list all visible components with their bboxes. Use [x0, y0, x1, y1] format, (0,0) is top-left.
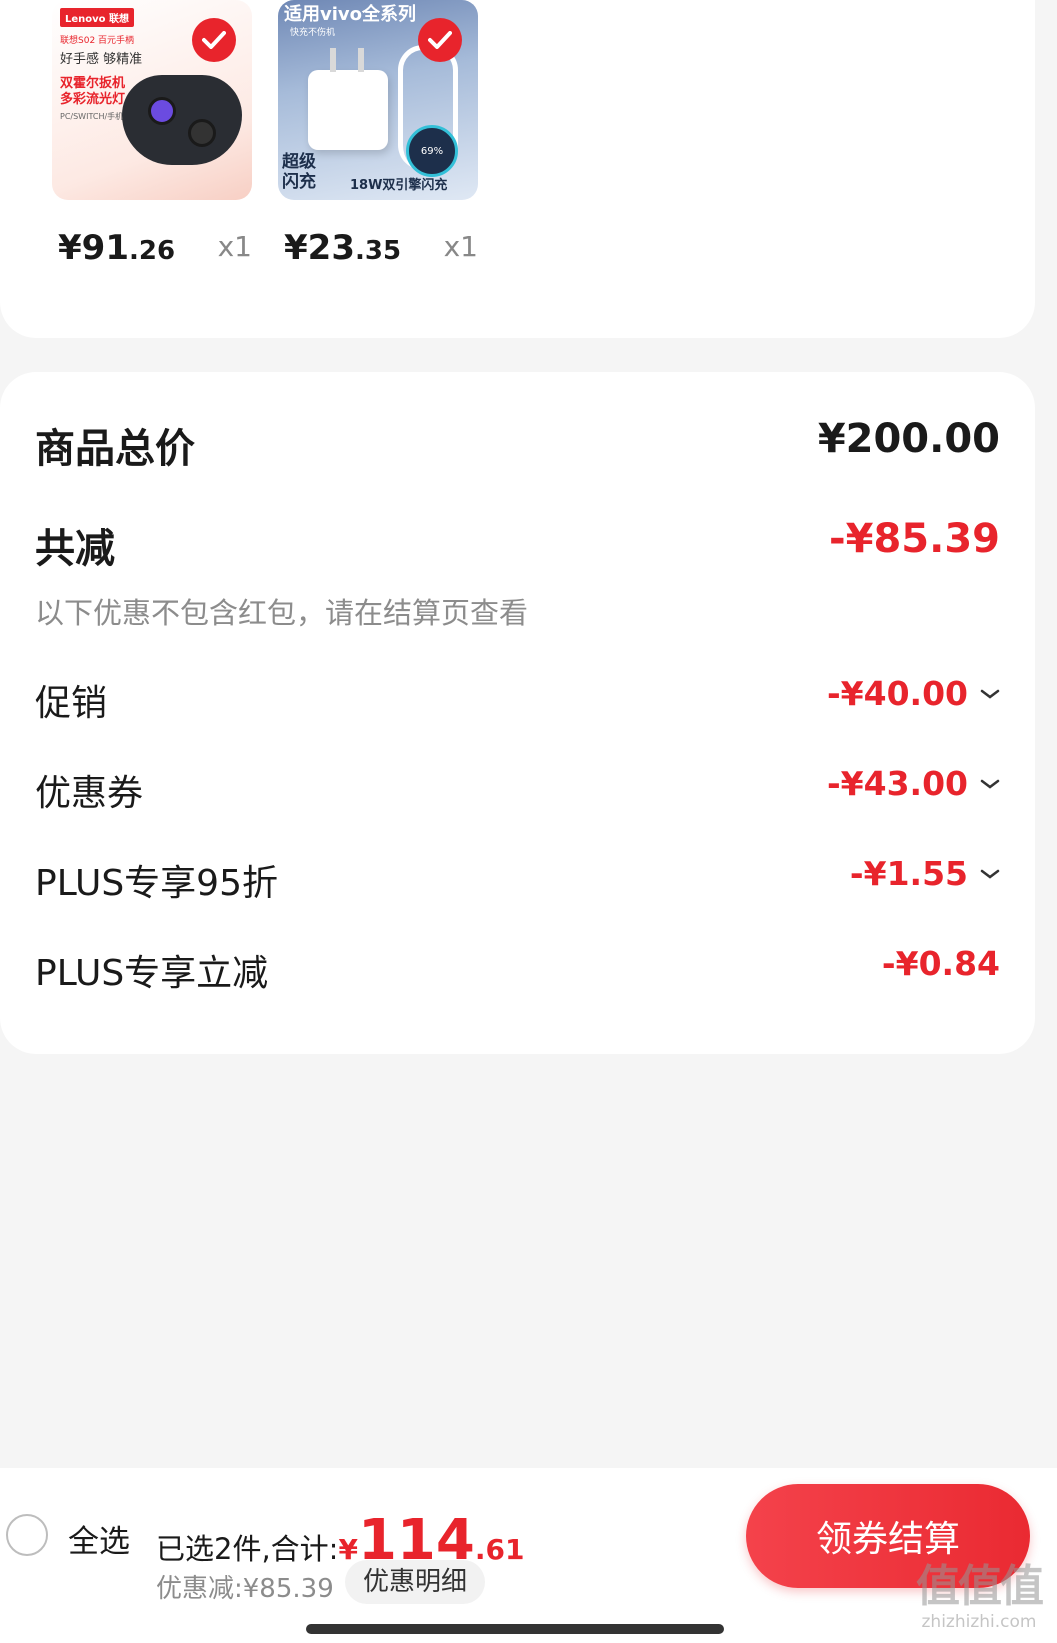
- discount-label: PLUS专享95折: [35, 863, 278, 904]
- discount-value: -¥0.84: [882, 944, 1000, 983]
- product-bottom-text: 18W双引擎闪充: [350, 178, 448, 193]
- selected-count-text: 已选2件,合计:: [156, 1532, 339, 1566]
- chevron-down-icon[interactable]: [980, 778, 1000, 790]
- select-all-radio[interactable]: [6, 1514, 48, 1556]
- discount-row-plus-instant: PLUS专享立减 -¥0.84: [35, 944, 1000, 994]
- home-indicator[interactable]: [306, 1624, 724, 1634]
- discount-label: PLUS专享立减: [35, 953, 269, 994]
- product-price: ¥23.35: [284, 228, 401, 268]
- total-currency: ¥: [338, 1533, 358, 1566]
- brand-badge: Lenovo 联想: [60, 8, 135, 27]
- discount-summary: 优惠减:¥85.39: [156, 1574, 334, 1604]
- watermark: 值值值 zhizhizhi.com: [906, 1562, 1052, 1638]
- chevron-down-icon[interactable]: [980, 868, 1000, 880]
- discount-detail-button[interactable]: 优惠明细: [345, 1560, 486, 1604]
- discount-amount: -¥43.00: [826, 764, 968, 803]
- total-price-value: ¥200.00: [817, 416, 1000, 462]
- total-price-row: 商品总价 ¥200.00: [35, 416, 1000, 472]
- product-feature: 双霍尔扳机 多彩流光灯: [60, 76, 126, 107]
- product-price-row: ¥23.35 x1: [278, 220, 478, 270]
- discount-amount: -¥0.84: [881, 944, 1000, 983]
- product-badge-text: 联想S02 百元手柄: [60, 36, 135, 46]
- discount-label: 优惠券: [35, 773, 144, 814]
- gamepad-image: [122, 75, 242, 165]
- product-tagline: 好手感 够精准: [60, 52, 143, 67]
- product-quantity: x1: [443, 230, 478, 263]
- product-thumbnail-charger[interactable]: 适用vivo全系列 快充不伤机 69% 超级 闪充 18W双引擎闪充: [278, 0, 478, 200]
- price-decimal: .35: [354, 236, 402, 266]
- price-integer: ¥91: [58, 228, 129, 268]
- checkout-bar: 全选 已选2件,合计:¥114.61 优惠减:¥85.39 优惠明细 领券结算: [0, 1468, 1057, 1643]
- discount-row-promotion[interactable]: 促销 -¥40.00: [35, 674, 1000, 724]
- chevron-down-icon[interactable]: [980, 688, 1000, 700]
- discount-value: -¥43.00: [827, 764, 1000, 803]
- discount-row-plus-95[interactable]: PLUS专享95折 -¥1.55: [35, 854, 1000, 904]
- watermark-logo: 值值值: [916, 1561, 1044, 1612]
- watermark-site: zhizhizhi.com: [921, 1612, 1037, 1632]
- product-price: ¥91.26: [58, 228, 175, 268]
- total-reduction-value: -¥85.39: [829, 516, 1000, 562]
- product-subline: 快充不伤机: [290, 28, 336, 38]
- selected-check-icon[interactable]: [418, 18, 462, 62]
- discount-row-coupon[interactable]: 优惠券 -¥43.00: [35, 764, 1000, 814]
- price-integer: ¥23: [284, 228, 355, 268]
- product-quantity: x1: [217, 230, 252, 263]
- discount-value: -¥1.55: [850, 854, 1000, 893]
- charge-gauge: 69%: [406, 125, 458, 177]
- total-reduction-row: 共减 -¥85.39: [35, 516, 1000, 572]
- total-reduction-label: 共减: [35, 526, 115, 572]
- product-thumbnail-gamepad[interactable]: Lenovo 联想 联想S02 百元手柄 好手感 够精准 双霍尔扳机 多彩流光灯…: [52, 0, 252, 200]
- discount-value: -¥40.00: [827, 674, 1000, 713]
- product-corner-text: 超级 闪充: [282, 152, 316, 193]
- total-price-label: 商品总价: [35, 426, 195, 472]
- product-headline: 适用vivo全系列: [284, 4, 417, 25]
- product-price-row: ¥91.26 x1: [52, 220, 252, 270]
- discount-label: 促销: [35, 683, 108, 724]
- discount-note: 以下优惠不包含红包，请在结算页查看: [35, 596, 529, 630]
- selected-products-card: Lenovo 联想 联想S02 百元手柄 好手感 够精准 双霍尔扳机 多彩流光灯…: [0, 0, 1035, 338]
- charger-image: [308, 48, 388, 150]
- select-all-label[interactable]: 全选: [68, 1516, 130, 1561]
- discount-amount: -¥1.55: [849, 854, 968, 893]
- total-decimal: .61: [474, 1533, 525, 1566]
- selected-check-icon[interactable]: [192, 18, 236, 62]
- price-summary-card: 商品总价 ¥200.00 共减 -¥85.39 以下优惠不包含红包，请在结算页查…: [0, 372, 1035, 1054]
- product-platforms: PC/SWITCH/手机: [60, 112, 124, 121]
- discount-amount: -¥40.00: [826, 674, 968, 713]
- price-decimal: .26: [128, 236, 176, 266]
